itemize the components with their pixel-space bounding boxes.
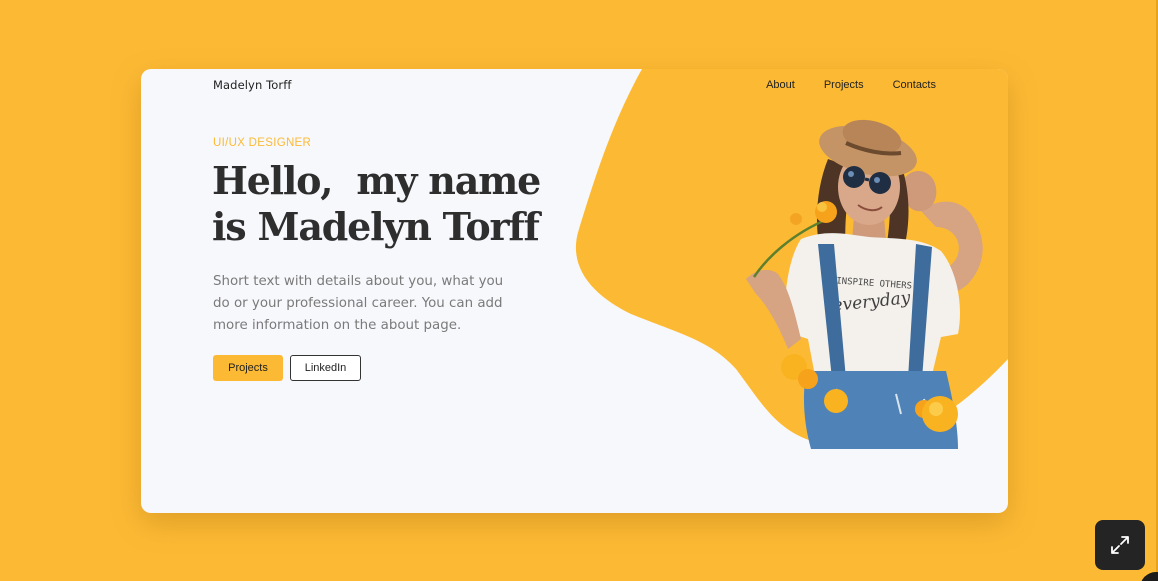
role-label: UI/UX DESIGNER	[213, 137, 312, 149]
portfolio-card: Madelyn Torff About Projects Contacts UI…	[141, 69, 1008, 513]
hero-intro: Short text with details about you, what …	[213, 271, 513, 337]
expand-button[interactable]	[1095, 520, 1145, 570]
headline-line-2: is Madelyn Torff	[212, 204, 540, 249]
intro-line-3: more information on the about page.	[213, 318, 462, 333]
corner-overlay	[1140, 572, 1158, 581]
intro-line-1: Short text with details about you, what …	[213, 274, 504, 289]
intro-line-2: do or your professional career. You can …	[213, 296, 503, 311]
nav-contacts[interactable]: Contacts	[893, 79, 936, 91]
brand-name[interactable]: Madelyn Torff	[213, 78, 292, 92]
expand-arrows-icon	[1111, 536, 1129, 554]
linkedin-button[interactable]: LinkedIn	[290, 355, 361, 381]
headline-line-1: Hello, my name	[212, 158, 541, 203]
nav-projects[interactable]: Projects	[824, 79, 864, 91]
projects-button[interactable]: Projects	[213, 355, 283, 381]
nav-about[interactable]: About	[766, 79, 795, 91]
main-nav: About Projects Contacts	[766, 79, 936, 91]
portrait-photo: INSPIRE OTHERS everyday	[746, 119, 983, 449]
hero-headline: Hello, my name is Madelyn Torff	[212, 158, 632, 250]
